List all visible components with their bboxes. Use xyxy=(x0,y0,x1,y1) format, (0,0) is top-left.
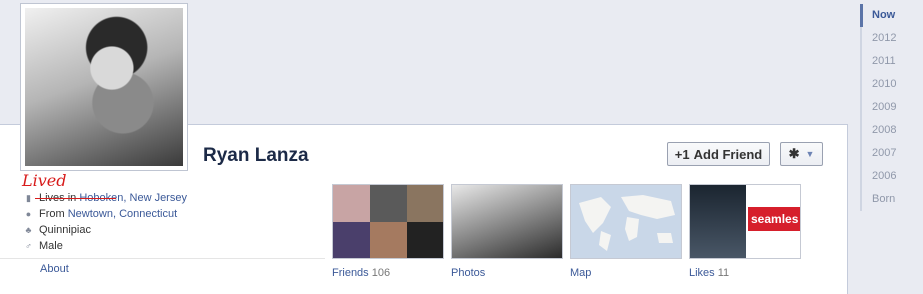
add-friend-label: Add Friend xyxy=(693,146,763,162)
info-school: ♣ Quinnipiac xyxy=(23,223,91,237)
timeline-2009[interactable]: 2009 xyxy=(860,96,920,119)
profile-info: ▮ Lives in Hoboken, New Jersey ● From Ne… xyxy=(0,184,325,259)
timeline-2006[interactable]: 2006 xyxy=(860,165,920,188)
likes-count: 11 xyxy=(717,267,730,279)
add-friend-icon: +1 xyxy=(674,146,690,162)
photos-label[interactable]: Photos xyxy=(451,267,485,279)
add-friend-button[interactable]: +1 Add Friend xyxy=(667,142,770,166)
timeline-now[interactable]: Now xyxy=(860,4,920,27)
info-gender-text: Male xyxy=(39,240,63,252)
graduation-icon: ♣ xyxy=(25,225,32,235)
settings-menu-button[interactable]: ✱ ▼ xyxy=(780,142,823,166)
timeline-2007[interactable]: 2007 xyxy=(860,142,920,165)
info-gender: ♂ Male xyxy=(23,239,63,253)
likes-label[interactable]: Likes 11 xyxy=(689,267,729,279)
photos-thumbnail xyxy=(452,185,562,258)
map-tile[interactable] xyxy=(570,184,682,259)
likes-image-left xyxy=(690,185,746,258)
about-link[interactable]: About xyxy=(40,263,69,275)
info-from: ● From Newtown, Connecticut xyxy=(23,207,177,221)
profile-picture[interactable] xyxy=(20,3,188,171)
map-thumbnail xyxy=(579,195,675,251)
timeline-2010[interactable]: 2010 xyxy=(860,73,920,96)
from-link[interactable]: Newtown, Connecticut xyxy=(68,208,177,220)
friends-tile[interactable] xyxy=(332,184,444,259)
timeline-born[interactable]: Born xyxy=(860,188,920,211)
friends-count: 106 xyxy=(371,267,391,279)
map-label[interactable]: Map xyxy=(570,267,591,279)
timeline-2008[interactable]: 2008 xyxy=(860,119,920,142)
profile-name[interactable]: Ryan Lanza xyxy=(203,145,309,167)
handwritten-annotation: Lived xyxy=(22,171,67,190)
timeline-nav: Now 2012 2011 2010 2009 2008 2007 2006 B… xyxy=(860,4,920,211)
likes-banner: seamles xyxy=(748,207,800,231)
likes-tile[interactable]: seamles xyxy=(689,184,801,259)
chevron-down-icon: ▼ xyxy=(805,149,815,159)
annotation-strike xyxy=(35,198,116,199)
pin-icon: ● xyxy=(25,209,32,219)
friends-label[interactable]: Friends 106 xyxy=(332,267,390,279)
info-from-text: From Newtown, Connecticut xyxy=(39,208,178,220)
gear-icon: ✱ xyxy=(788,146,800,161)
gender-icon: ♂ xyxy=(25,241,32,251)
friends-collage xyxy=(333,185,443,258)
profile-photo xyxy=(25,8,183,166)
timeline-2012[interactable]: 2012 xyxy=(860,27,920,50)
photos-tile[interactable] xyxy=(451,184,563,259)
timeline-2011[interactable]: 2011 xyxy=(860,50,920,73)
home-icon: ▮ xyxy=(26,192,31,203)
info-school-text: Quinnipiac xyxy=(39,224,91,236)
